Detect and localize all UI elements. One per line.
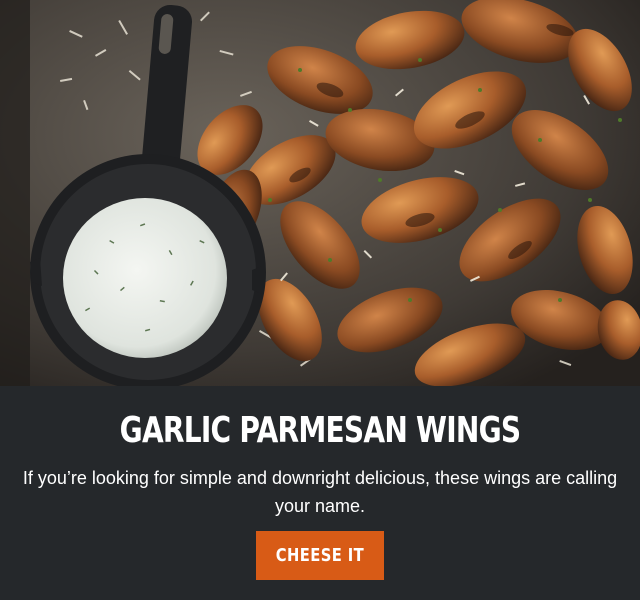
- recipe-description: If you’re looking for simple and downrig…: [22, 468, 618, 516]
- food-illustration: [0, 0, 640, 386]
- cheese-it-button-label: CHEESE IT: [275, 545, 365, 566]
- recipe-promo-card: GARLIC PARMESAN WINGS If you’re looking …: [0, 0, 640, 600]
- promo-content: GARLIC PARMESAN WINGS If you’re looking …: [0, 386, 640, 600]
- cheese-it-button[interactable]: CHEESE IT: [256, 531, 384, 580]
- wings-photo[interactable]: [0, 0, 640, 386]
- recipe-title: GARLIC PARMESAN WINGS: [119, 410, 521, 451]
